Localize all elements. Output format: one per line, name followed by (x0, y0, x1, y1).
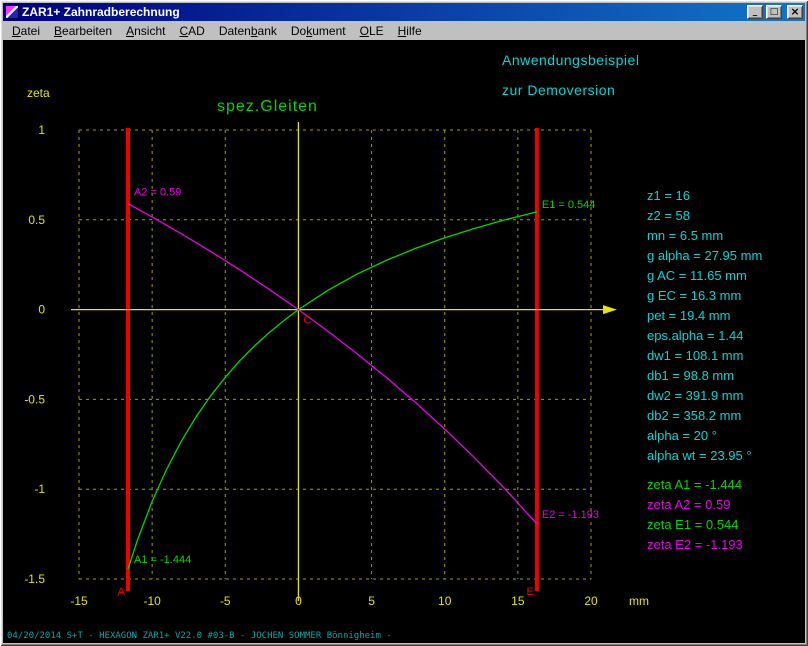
result-parameter: eps.alpha = 1.44 (647, 326, 762, 346)
title-bar[interactable]: ZAR1+ Zahnradberechnung _ □ × (3, 3, 805, 21)
pitch-point-label: C (303, 315, 311, 327)
close-icon: × (790, 5, 799, 18)
menu-item-ansicht[interactable]: Ansicht (119, 23, 172, 39)
menu-bar: DateiBearbeitenAnsichtCADDatenbankDokume… (3, 21, 805, 40)
x-tick-label: 10 (438, 594, 452, 608)
result-parameter: mn = 6.5 mm (647, 226, 762, 246)
result-parameter: pet = 19.4 mm (647, 306, 762, 326)
x-tick-label: -10 (143, 594, 161, 608)
y-tick-label: -0.5 (24, 392, 45, 406)
menu-item-hilfe[interactable]: Hilfe (391, 23, 429, 39)
x-tick-label: 5 (368, 594, 375, 608)
x-tick-label: -15 (70, 594, 88, 608)
chart-title: spez.Gleiten (217, 98, 318, 116)
x-tick-label: 15 (511, 594, 525, 608)
result-parameter: dw1 = 108.1 mm (647, 346, 762, 366)
x-tick-label: -5 (220, 594, 231, 608)
x-axis-arrow-icon (603, 305, 617, 314)
series-zeta1 (128, 212, 537, 569)
app-window: ZAR1+ Zahnradberechnung _ □ × DateiBearb… (0, 0, 808, 646)
menu-item-datenbank[interactable]: Datenbank (212, 23, 284, 39)
minimize-icon: _ (753, 7, 758, 17)
result-parameter: z1 = 16 (647, 186, 762, 206)
result-parameter: db2 = 358.2 mm (647, 406, 762, 426)
y-tick-label: -1.5 (24, 572, 45, 586)
maximize-button[interactable]: □ (766, 5, 782, 19)
y-tick-label: 0 (38, 303, 45, 317)
status-bar: 04/20/2014 S+T - HEXAGON ZAR1+ V22.0 #03… (7, 631, 392, 641)
x-tick-label: 20 (584, 594, 598, 608)
menu-item-cad[interactable]: CAD (172, 23, 211, 39)
result-zeta-value: zeta E2 = -1.193 (647, 535, 762, 555)
minimize-button[interactable]: _ (747, 5, 763, 19)
result-parameter: alpha wt = 23.95 ° (647, 446, 762, 466)
menu-item-datei[interactable]: Datei (5, 23, 47, 39)
results-spacer (647, 466, 762, 475)
result-parameter: dw2 = 391.9 mm (647, 386, 762, 406)
result-zeta-value: zeta A1 = -1.444 (647, 475, 762, 495)
menu-item-dokument[interactable]: Dokument (284, 23, 353, 39)
result-parameter: z2 = 58 (647, 206, 762, 226)
close-button[interactable]: × (787, 5, 803, 19)
marker-label-e: E (527, 586, 534, 598)
y-tick-label: -1 (34, 482, 45, 496)
result-parameter: db1 = 98.8 mm (647, 366, 762, 386)
annotation-line-2: zur Demoversion (502, 82, 615, 98)
series-point-label: E1 = 0.544 (542, 199, 596, 211)
y-tick-label: 1 (38, 123, 45, 137)
results-panel: z1 = 16z2 = 58mn = 6.5 mmg alpha = 27.95… (647, 186, 762, 555)
y-tick-label: 0.5 (28, 213, 45, 227)
annotation-line-1: Anwendungsbeispiel (502, 52, 639, 68)
app-icon[interactable] (5, 5, 19, 19)
marker-label-a: A (118, 586, 126, 598)
y-axis-label: zeta (27, 86, 50, 100)
result-zeta-value: zeta A2 = 0.59 (647, 495, 762, 515)
result-parameter: alpha = 20 ° (647, 426, 762, 446)
window-title: ZAR1+ Zahnradberechnung (22, 3, 744, 21)
result-zeta-value: zeta E1 = 0.544 (647, 515, 762, 535)
x-axis-unit: mm (629, 594, 649, 608)
series-point-label: E2 = -1.193 (542, 509, 599, 521)
series-zeta2 (128, 204, 537, 524)
result-parameter: g EC = 16.3 mm (647, 286, 762, 306)
series-point-label: A2 = 0.59 (134, 187, 181, 199)
result-parameter: g alpha = 27.95 mm (647, 246, 762, 266)
result-parameter: g AC = 11.65 mm (647, 266, 762, 286)
menu-item-bearbeiten[interactable]: Bearbeiten (47, 23, 119, 39)
series-point-label: A1 = -1.444 (134, 554, 191, 566)
maximize-icon: □ (770, 7, 779, 17)
menu-item-ole[interactable]: OLE (353, 23, 391, 39)
chart-canvas: -15-10-50510152010.50-0.5-1-1.5mmAEA1 = … (3, 40, 805, 643)
